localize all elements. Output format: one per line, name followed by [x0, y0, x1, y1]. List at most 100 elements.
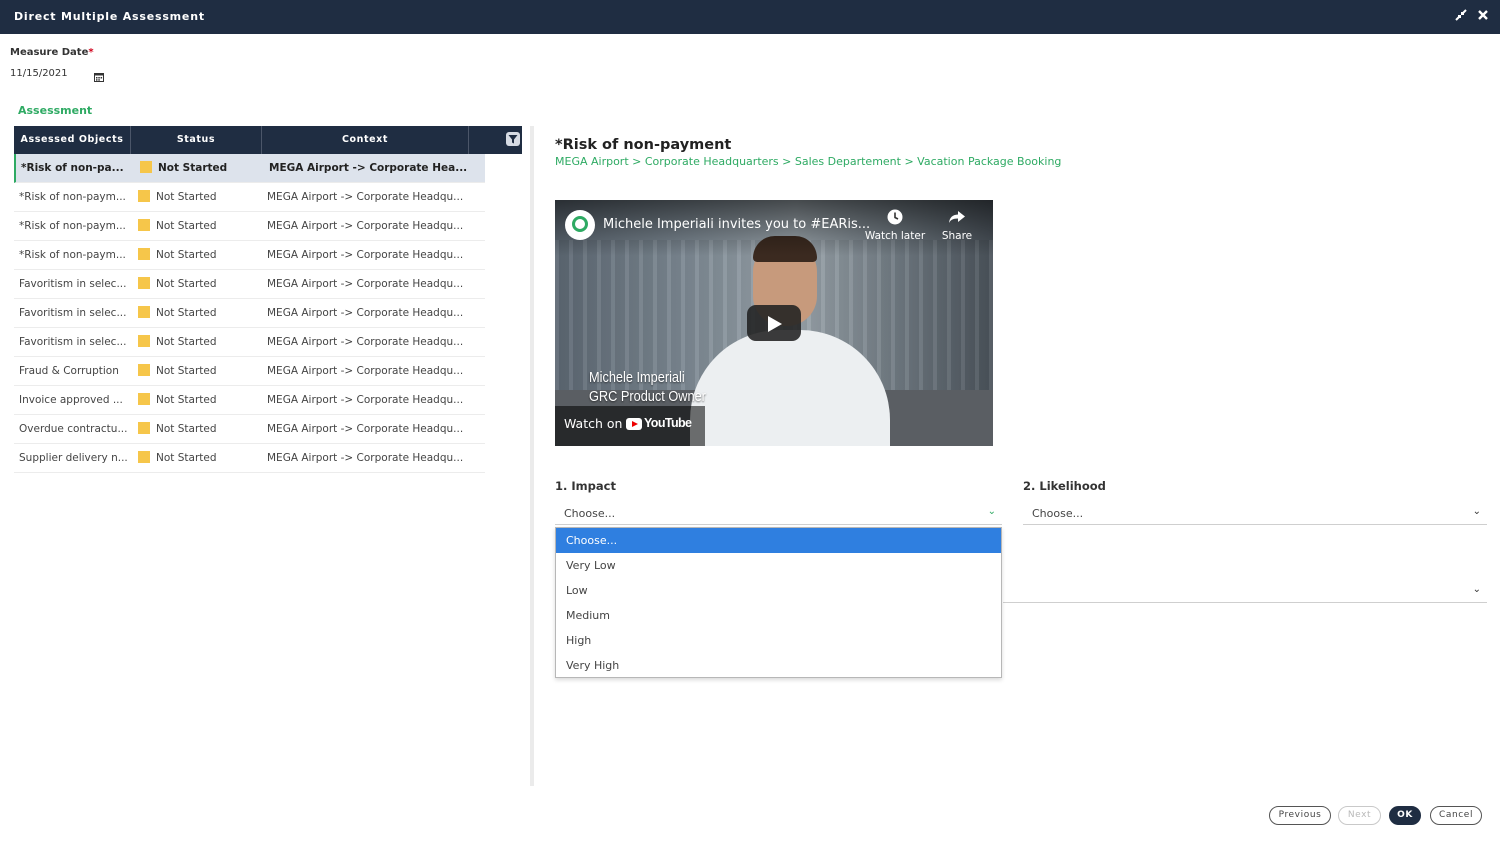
- table-row[interactable]: Favoritism in selec... Not Started MEGA Ai…: [14, 328, 485, 357]
- grid-header: Assessed Objects Status Context: [14, 126, 522, 154]
- measure-date-field[interactable]: 11/15/2021: [10, 68, 68, 79]
- likelihood-label: 2. Likelihood: [1023, 479, 1106, 493]
- assessed-object-cell: Favoritism in selec...: [19, 278, 127, 290]
- status-cell: Not Started: [156, 423, 217, 435]
- option-high[interactable]: High: [556, 628, 1001, 653]
- clock-icon: [864, 208, 926, 230]
- table-row[interactable]: *Risk of non-paym... Not Started MEGA Airp…: [14, 212, 485, 241]
- status-cell: Not Started: [156, 394, 217, 406]
- status-cell: Not Started: [156, 191, 217, 203]
- watch-later-button[interactable]: Watch later: [864, 208, 926, 242]
- option-label: High: [566, 634, 592, 647]
- previous-button[interactable]: Previous: [1269, 806, 1331, 825]
- column-header-assessed-objects[interactable]: Assessed Objects: [14, 126, 131, 154]
- third-select[interactable]: ⌄: [1003, 581, 1487, 603]
- required-mark: *: [88, 47, 94, 58]
- assessed-object-cell: Favoritism in selec...: [19, 307, 127, 319]
- status-cell: Not Started: [156, 452, 217, 464]
- status-cell: Not Started: [158, 162, 228, 174]
- video-title[interactable]: Michele Imperiali invites you to #EARis.…: [603, 217, 870, 232]
- context-cell: MEGA Airport -> Corporate Headqu...: [267, 307, 464, 319]
- status-indicator-icon: [138, 306, 150, 318]
- context-cell: MEGA Airport -> Corporate Headqu...: [267, 365, 464, 377]
- table-row[interactable]: Favoritism in selec... Not Started MEGA Ai…: [14, 270, 485, 299]
- option-label: Choose...: [566, 534, 618, 547]
- play-icon: [768, 316, 782, 332]
- share-button[interactable]: Share: [926, 208, 988, 242]
- ok-button[interactable]: OK: [1389, 806, 1421, 825]
- context-cell: MEGA Airport -> Corporate Hea...: [269, 162, 468, 174]
- watch-on-label: Watch on: [564, 416, 623, 431]
- option-medium[interactable]: Medium: [556, 603, 1001, 628]
- assessment-section-title: Assessment: [18, 104, 93, 117]
- status-indicator-icon: [138, 422, 150, 434]
- minimize-icon[interactable]: [1452, 8, 1470, 26]
- breadcrumb[interactable]: MEGA Airport > Corporate Headquarters > …: [555, 155, 1061, 168]
- assessed-object-cell: Favoritism in selec...: [19, 336, 127, 348]
- measure-date-label-text: Measure Date: [10, 47, 89, 58]
- youtube-wordmark: YouTube: [644, 416, 692, 430]
- option-very-high[interactable]: Very High: [556, 653, 1001, 678]
- status-indicator-icon: [138, 335, 150, 347]
- chevron-down-icon: ⌄: [1472, 584, 1481, 595]
- assessed-object-cell: *Risk of non-paym...: [19, 220, 126, 232]
- assessed-object-cell: Supplier delivery n...: [19, 452, 127, 464]
- filter-icon[interactable]: [506, 132, 520, 146]
- context-cell: MEGA Airport -> Corporate Headqu...: [267, 278, 464, 290]
- context-cell: MEGA Airport -> Corporate Headqu...: [267, 249, 464, 261]
- table-row[interactable]: *Risk of non-paym... Not Started MEGA Airp…: [14, 183, 485, 212]
- share-icon: [926, 208, 988, 230]
- impact-label: 1. Impact: [555, 479, 616, 493]
- next-button[interactable]: Next: [1338, 806, 1381, 825]
- close-icon[interactable]: [1474, 8, 1492, 26]
- option-low[interactable]: Low: [556, 578, 1001, 603]
- status-indicator-icon: [138, 393, 150, 405]
- share-label: Share: [941, 230, 973, 242]
- channel-logo[interactable]: [565, 210, 595, 240]
- status-cell: Not Started: [156, 220, 217, 232]
- assessed-object-cell: *Risk of non-paym...: [19, 249, 126, 261]
- youtube-play-mark: [632, 421, 638, 427]
- status-cell: Not Started: [156, 336, 217, 348]
- cancel-button[interactable]: Cancel: [1430, 806, 1482, 825]
- column-header-status[interactable]: Status: [131, 126, 262, 154]
- column-header-context[interactable]: Context: [262, 126, 469, 154]
- video-player[interactable]: Michele Imperiali invites you to #EARis.…: [555, 200, 993, 446]
- option-label: Very High: [566, 659, 620, 672]
- table-row[interactable]: Favoritism in selec... Not Started MEGA Ai…: [14, 299, 485, 328]
- table-row[interactable]: Fraud & Corruption Not Started MEGA Airpor…: [14, 357, 485, 386]
- watch-later-label: Watch later: [864, 230, 926, 242]
- impact-select-value: Choose...: [564, 507, 616, 520]
- context-cell: MEGA Airport -> Corporate Headqu...: [267, 394, 464, 406]
- option-label: Very Low: [566, 559, 616, 572]
- chevron-down-icon: ⌄: [987, 506, 996, 517]
- assessed-object-cell: *Risk of non-paym...: [19, 191, 126, 203]
- table-row[interactable]: Invoice approved ... Not Started MEGA Airp…: [14, 386, 485, 415]
- assessed-object-cell: Overdue contractu...: [19, 423, 127, 435]
- calendar-icon[interactable]: [94, 67, 104, 82]
- panel-splitter[interactable]: [530, 126, 534, 786]
- option-very-low[interactable]: Very Low: [556, 553, 1001, 578]
- option-choose[interactable]: Choose...: [556, 528, 1001, 553]
- table-row[interactable]: *Risk of non-pa... Not Started MEGA Airpor…: [14, 154, 485, 183]
- channel-logo-mark: [572, 216, 588, 232]
- status-indicator-icon: [140, 161, 152, 173]
- status-indicator-icon: [138, 219, 150, 231]
- status-cell: Not Started: [156, 278, 217, 290]
- context-cell: MEGA Airport -> Corporate Headqu...: [267, 423, 464, 435]
- table-row[interactable]: *Risk of non-paym... Not Started MEGA Airp…: [14, 241, 485, 270]
- impact-select[interactable]: Choose... ⌄: [555, 503, 1002, 525]
- window-title: Direct Multiple Assessment: [14, 10, 205, 23]
- caption-name: Michele Imperiali: [589, 369, 685, 386]
- status-indicator-icon: [138, 364, 150, 376]
- status-cell: Not Started: [156, 249, 217, 261]
- likelihood-select[interactable]: Choose... ⌄: [1023, 503, 1487, 525]
- context-cell: MEGA Airport -> Corporate Headqu...: [267, 220, 464, 232]
- measure-date-label: Measure Date*: [10, 47, 94, 58]
- context-cell: MEGA Airport -> Corporate Headqu...: [267, 452, 464, 464]
- table-row[interactable]: Overdue contractu... Not Started MEGA Airp…: [14, 415, 485, 444]
- option-label: Medium: [566, 609, 610, 622]
- table-row[interactable]: Supplier delivery n... Not Started MEGA Ai…: [14, 444, 485, 473]
- status-indicator-icon: [138, 190, 150, 202]
- assessed-object-cell: *Risk of non-pa...: [21, 162, 124, 174]
